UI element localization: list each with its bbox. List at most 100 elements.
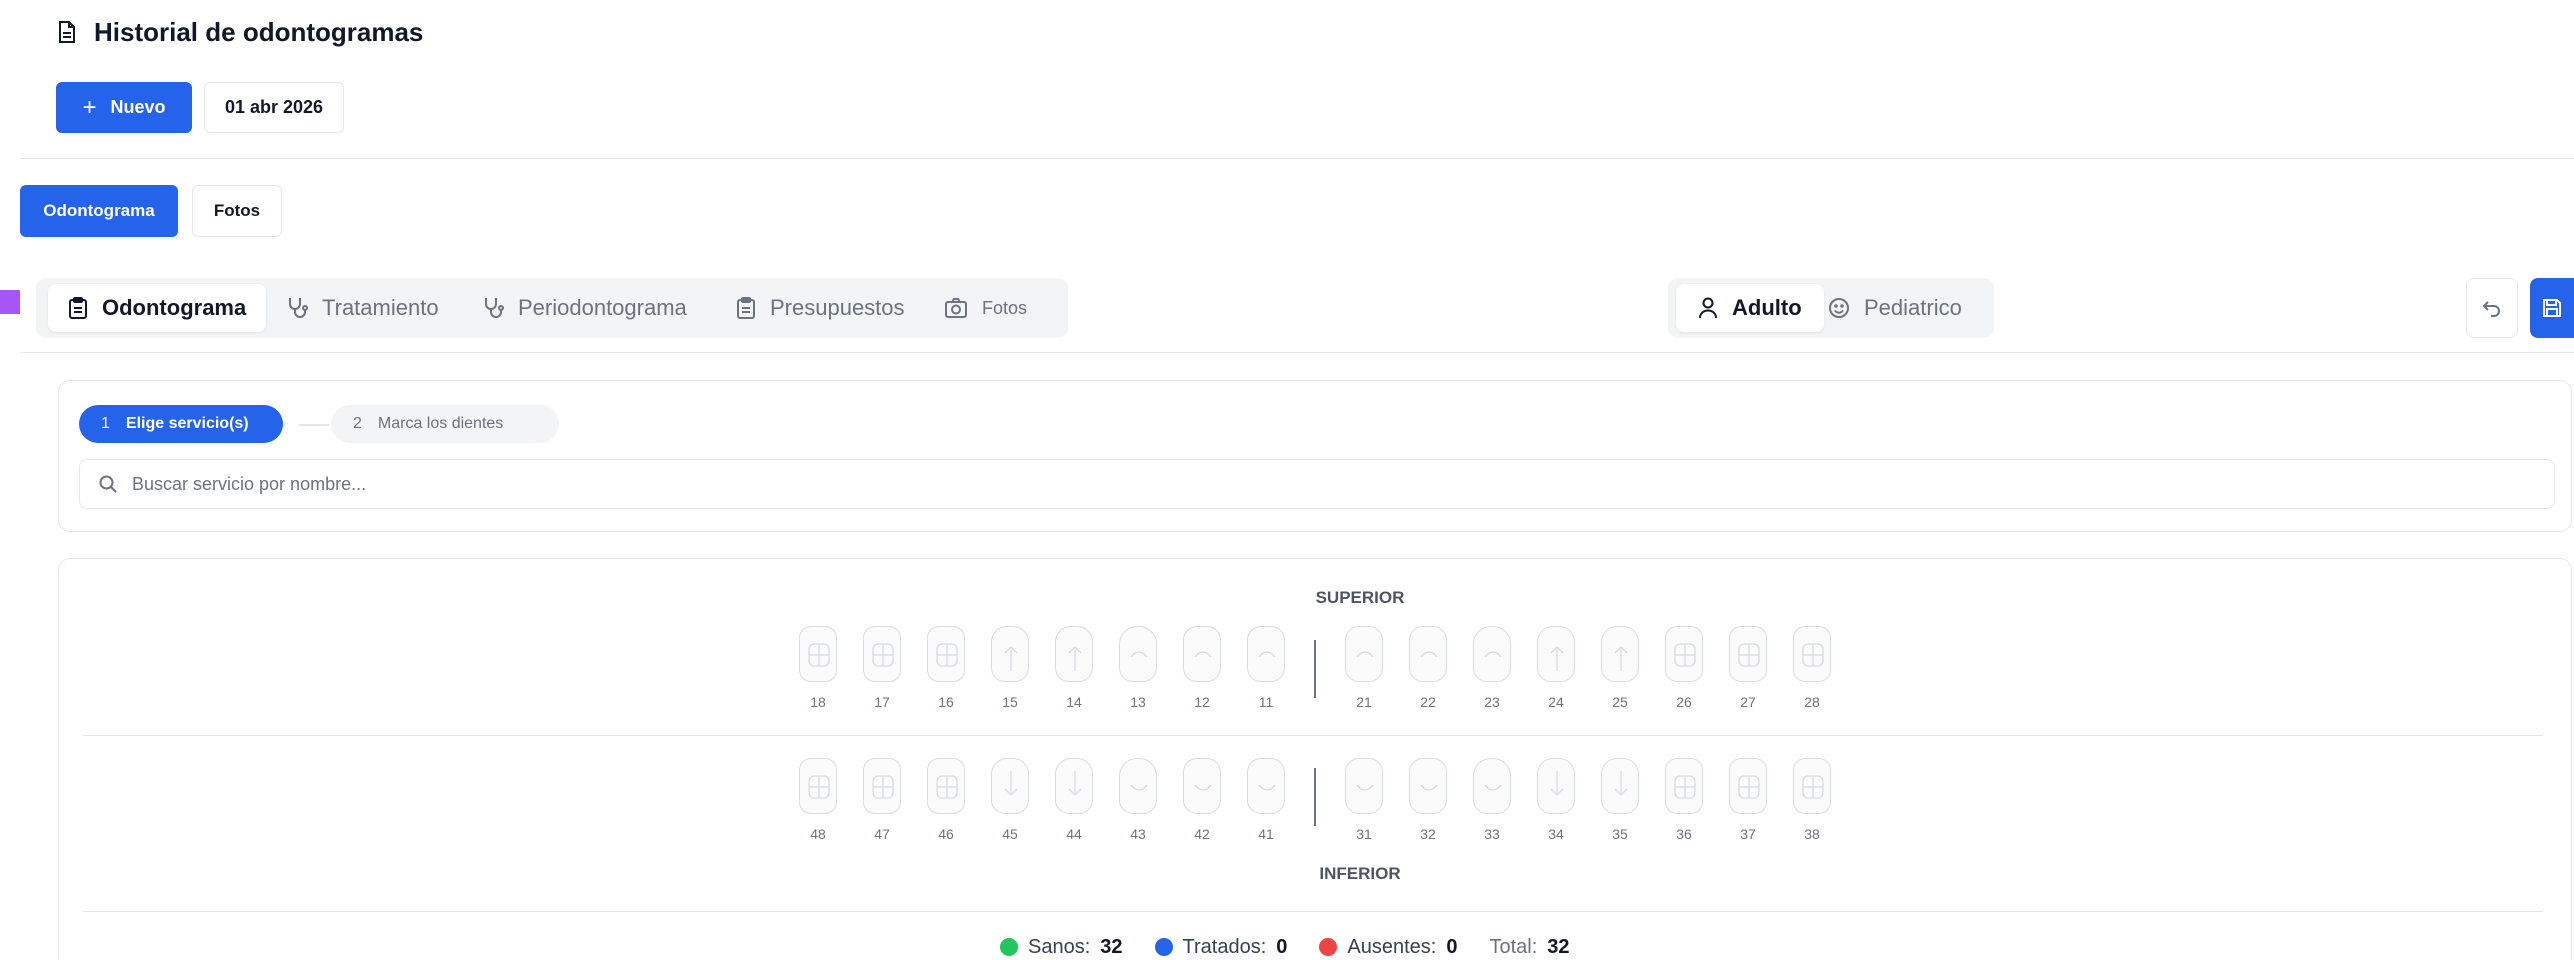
- toggle-pediatrico[interactable]: Pediatrico: [1828, 284, 1962, 332]
- tooth-number: 32: [1420, 826, 1436, 842]
- tooth-14[interactable]: [1055, 626, 1093, 682]
- legend-absent-value: 0: [1446, 935, 1458, 958]
- tooth-number: 12: [1194, 694, 1210, 710]
- date-selector[interactable]: 01 abr 2026: [204, 82, 344, 133]
- tooth-17[interactable]: [863, 626, 901, 682]
- tab-tratamiento[interactable]: Tratamiento: [286, 284, 439, 332]
- tooth-premolar-icon: [1614, 771, 1628, 796]
- tooth-25[interactable]: [1601, 626, 1639, 682]
- tab-periodontograma[interactable]: Periodontograma: [482, 284, 687, 332]
- tooth-28[interactable]: [1793, 626, 1831, 682]
- tooth-molar-icon: [936, 643, 958, 667]
- tooth-47[interactable]: [863, 758, 901, 814]
- tooth-24[interactable]: [1537, 626, 1575, 682]
- tooth-number: 16: [938, 694, 954, 710]
- tooth-number: 17: [874, 694, 890, 710]
- step-number: 1: [101, 415, 110, 432]
- tooth-12[interactable]: [1183, 626, 1221, 682]
- tooth-number: 34: [1548, 826, 1564, 842]
- tooth-32[interactable]: [1409, 758, 1447, 814]
- tooth-canine-icon: [1130, 784, 1148, 791]
- arch-divider: [83, 735, 2543, 736]
- legend-absent-label: Ausentes:: [1347, 935, 1437, 958]
- tab-odontograma[interactable]: Odontograma: [48, 284, 267, 332]
- tooth-27[interactable]: [1729, 626, 1767, 682]
- tooth-number: 28: [1804, 694, 1820, 710]
- search-icon: [98, 474, 118, 494]
- tooth-number: 36: [1676, 826, 1692, 842]
- tooth-48[interactable]: [799, 758, 837, 814]
- legend-total-label: Total:: [1489, 935, 1538, 958]
- view-tab-fotos[interactable]: Fotos: [192, 185, 282, 237]
- tooth-38[interactable]: [1793, 758, 1831, 814]
- tooth-26[interactable]: [1665, 626, 1703, 682]
- step-number: 2: [353, 415, 362, 432]
- tab-label: Tratamiento: [322, 295, 439, 320]
- treated-dot: [1154, 938, 1173, 956]
- tooth-15[interactable]: [991, 626, 1029, 682]
- legend-total-value: 32: [1547, 935, 1570, 958]
- tooth-incisor-icon: [1194, 784, 1212, 791]
- tooth-incisor-icon: [1420, 784, 1438, 791]
- user-icon: [1698, 297, 1718, 319]
- tooth-46[interactable]: [927, 758, 965, 814]
- plus-icon: +: [82, 93, 97, 121]
- tabs-divider: [20, 352, 2574, 353]
- tooth-22[interactable]: [1409, 626, 1447, 682]
- tooth-23[interactable]: [1473, 626, 1511, 682]
- view-tab-odontograma[interactable]: Odontograma: [20, 185, 178, 237]
- tooth-premolar-icon: [1068, 646, 1082, 671]
- tooth-31[interactable]: [1345, 758, 1383, 814]
- tooth-44[interactable]: [1055, 758, 1093, 814]
- tab-fotos[interactable]: Fotos: [944, 284, 1027, 332]
- tooth-34[interactable]: [1537, 758, 1575, 814]
- tooth-molar-icon: [872, 643, 894, 667]
- new-odontogram-button[interactable]: + Nuevo: [56, 82, 192, 133]
- camera-icon: [944, 297, 968, 319]
- step-mark-teeth[interactable]: 2 Marca los dientes: [331, 405, 559, 443]
- tooth-37[interactable]: [1729, 758, 1767, 814]
- service-search[interactable]: [79, 459, 2555, 509]
- tooth-45[interactable]: [991, 758, 1029, 814]
- tooth-incisor-icon: [1258, 784, 1276, 791]
- step-choose-service[interactable]: 1 Elige servicio(s): [79, 405, 283, 443]
- lower-arch-label: INFERIOR: [1319, 864, 1401, 883]
- tooth-number: 15: [1002, 694, 1018, 710]
- tooth-41[interactable]: [1247, 758, 1285, 814]
- tooth-21[interactable]: [1345, 626, 1383, 682]
- toggle-adulto[interactable]: Adulto: [1676, 284, 1824, 332]
- legend-divider: [83, 911, 2543, 912]
- legend-healthy-label: Sanos:: [1028, 935, 1091, 958]
- tooth-number: 21: [1356, 694, 1372, 710]
- tooth-18[interactable]: [799, 626, 837, 682]
- tooth-molar-icon: [808, 775, 830, 799]
- tooth-35[interactable]: [1601, 758, 1639, 814]
- tooth-43[interactable]: [1119, 758, 1157, 814]
- tab-presupuestos[interactable]: Presupuestos: [736, 284, 905, 332]
- tooth-number: 31: [1356, 826, 1372, 842]
- tooth-molar-icon: [1674, 775, 1696, 799]
- absent-dot: [1319, 938, 1338, 956]
- undo-button[interactable]: [2466, 278, 2518, 338]
- tooth-42[interactable]: [1183, 758, 1221, 814]
- tooth-33[interactable]: [1473, 758, 1511, 814]
- tooth-number: 43: [1130, 826, 1146, 842]
- tooth-13[interactable]: [1119, 626, 1157, 682]
- search-input[interactable]: [132, 473, 2432, 495]
- header-divider: [20, 158, 2574, 159]
- tooth-11[interactable]: [1247, 626, 1285, 682]
- legend-treated-label: Tratados:: [1182, 935, 1267, 958]
- legend-healthy-value: 32: [1100, 935, 1123, 958]
- tooth-16[interactable]: [927, 626, 965, 682]
- odontogram-card: [58, 558, 2572, 960]
- tooth-number: 47: [874, 826, 890, 842]
- step-label: Elige servicio(s): [125, 415, 249, 432]
- tooth-incisor-icon: [1356, 784, 1374, 791]
- service-selection-card: 1 Elige servicio(s) 2 Marca los dientes: [58, 380, 2572, 532]
- tooth-premolar-icon: [1614, 646, 1628, 671]
- tooth-number: 45: [1002, 826, 1018, 842]
- save-button[interactable]: [2530, 278, 2574, 338]
- clipboard-icon: [68, 296, 88, 320]
- step-label: Marca los dientes: [377, 415, 504, 432]
- tooth-36[interactable]: [1665, 758, 1703, 814]
